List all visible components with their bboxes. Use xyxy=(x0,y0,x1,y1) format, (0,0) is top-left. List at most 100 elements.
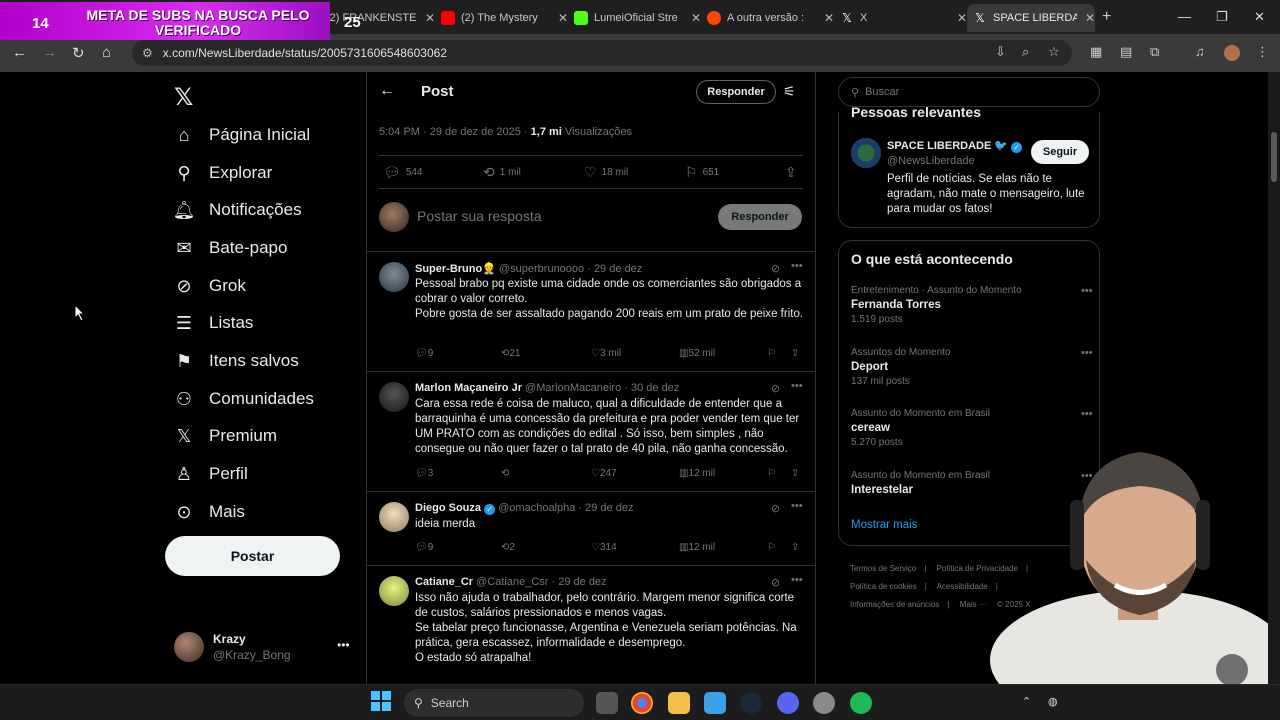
nav-item-lists[interactable]: ☰ Listas xyxy=(174,308,254,338)
close-tab-icon[interactable]: ✕ xyxy=(1085,11,1095,25)
author-name[interactable]: Super-Bruno👷 xyxy=(415,263,496,275)
close-tab-icon[interactable]: ✕ xyxy=(558,11,568,25)
post-likes[interactable]: ♡ 18 mil xyxy=(584,164,628,181)
nav-item-home[interactable]: ⌂ Página Inicial xyxy=(174,120,311,150)
grok-icon[interactable]: ⊘ xyxy=(771,576,780,589)
tweet-date[interactable]: · 29 de dez xyxy=(578,502,633,514)
author-handle[interactable]: @Catiane_Csr xyxy=(476,576,548,588)
extension-icon[interactable]: ▤ xyxy=(1120,44,1132,60)
extensions-puzzle-icon[interactable]: ⧉ xyxy=(1150,44,1159,60)
scrollbar-thumb[interactable] xyxy=(1271,132,1277,182)
grok-icon[interactable]: ⊘ xyxy=(771,502,780,515)
more-icon[interactable]: ••• xyxy=(337,638,350,652)
steam-icon[interactable] xyxy=(740,692,762,714)
reply-tweet[interactable]: Marlon Maçaneiro Jr @MarlonMacaneiro · 3… xyxy=(367,372,815,492)
site-info-icon[interactable]: ⚙ xyxy=(142,46,153,60)
more-icon[interactable]: ••• xyxy=(791,380,803,392)
author-handle[interactable]: @superbrunoooo xyxy=(499,263,584,275)
share-icon[interactable]: ⇪ xyxy=(785,164,802,181)
tweet-date[interactable]: · 29 de dez xyxy=(552,576,607,588)
reload-icon[interactable]: ↻ xyxy=(72,44,85,62)
home-icon[interactable]: ⌂ xyxy=(102,44,111,61)
tweet-date[interactable]: · 30 de dez xyxy=(624,382,679,394)
post-button[interactable]: Postar xyxy=(165,536,340,576)
browser-tab-active[interactable]: 𝕏 SPACE LIBERDAD ✕ xyxy=(967,4,1095,32)
nav-item-more[interactable]: ⊙ Mais xyxy=(174,497,244,527)
install-app-icon[interactable]: ⇩ xyxy=(995,44,1006,60)
repost-action[interactable]: ⟲ 2 xyxy=(501,542,515,553)
extension-icon[interactable]: ▦ xyxy=(1090,44,1102,60)
task-view-icon[interactable] xyxy=(596,692,618,714)
reply-action[interactable]: 💬︎ 9 xyxy=(415,348,433,359)
bookmark-icon[interactable]: ⚐ xyxy=(767,348,776,359)
sliders-icon[interactable]: ⚟ xyxy=(783,83,796,100)
forward-icon[interactable]: → xyxy=(42,44,57,61)
more-icon[interactable]: ••• xyxy=(791,574,803,586)
close-tab-icon[interactable]: ✕ xyxy=(691,11,701,25)
file-explorer-icon[interactable] xyxy=(668,692,690,714)
reply-header-button[interactable]: Responder xyxy=(696,80,776,104)
trend-item[interactable]: Entretenimento · Assunto do Momento Fern… xyxy=(851,285,1093,325)
grok-icon[interactable]: ⊘ xyxy=(771,262,780,275)
nav-item-grok[interactable]: ⊘ Grok xyxy=(174,271,245,301)
more-icon[interactable]: ••• xyxy=(1081,347,1093,359)
post-bookmarks[interactable]: ⚐ 651 xyxy=(685,164,719,181)
nav-item-messages[interactable]: ✉ Bate-papo xyxy=(174,233,287,263)
new-tab-icon[interactable]: + xyxy=(1102,8,1111,26)
avatar[interactable] xyxy=(379,502,409,532)
store-icon[interactable] xyxy=(704,692,726,714)
account-switcher[interactable]: Krazy @Krazy_Bong ••• xyxy=(174,630,354,666)
nav-item-premium[interactable]: 𝕏 Premium xyxy=(174,421,277,451)
footer-link-accessibility[interactable]: Acessibilidade xyxy=(937,582,988,591)
reply-input[interactable]: Postar sua resposta xyxy=(417,208,542,224)
minimize-icon[interactable]: — xyxy=(1178,9,1191,24)
chrome-icon[interactable] xyxy=(631,692,653,714)
author-handle[interactable]: @MarlonMacaneiro xyxy=(525,382,621,394)
grok-icon[interactable]: ⊘ xyxy=(771,382,780,395)
author-handle[interactable]: @omachoalpha xyxy=(498,502,575,514)
tray-overflow-icon[interactable]: ⌃ xyxy=(1022,695,1031,708)
nav-item-notifications[interactable]: 🔔︎ Notificações xyxy=(173,195,302,225)
profile-handle[interactable]: @NewsLiberdade xyxy=(887,155,975,167)
avatar[interactable] xyxy=(379,576,409,606)
bookmark-icon[interactable]: ⚐ xyxy=(767,542,776,553)
author-name[interactable]: Catiane_Cr xyxy=(415,576,473,588)
reply-action[interactable]: 💬︎ 9 xyxy=(415,542,433,553)
search-input[interactable]: ⚲ Buscar xyxy=(838,77,1100,107)
share-icon[interactable]: ⇪ xyxy=(791,348,799,359)
avatar[interactable] xyxy=(379,262,409,292)
show-more-link[interactable]: Mostrar mais xyxy=(851,519,917,531)
footer-link-cookies[interactable]: Política de cookies xyxy=(850,582,917,591)
repost-action[interactable]: ⟲ xyxy=(501,468,509,479)
tweet-date[interactable]: · 29 de dez xyxy=(587,263,642,275)
browser-tab[interactable]: (2) The Mystery ✕ xyxy=(435,4,568,32)
footer-link-ads[interactable]: Informações de anúncios xyxy=(850,600,939,609)
nav-item-explore[interactable]: ⚲ Explorar xyxy=(174,158,272,188)
address-bar[interactable]: ⚙ x.com/NewsLiberdade/status/20057316065… xyxy=(132,40,1072,66)
more-icon[interactable]: ••• xyxy=(791,260,803,272)
footer-link-terms[interactable]: Termos de Serviço xyxy=(850,564,916,573)
avatar[interactable] xyxy=(379,382,409,412)
close-tab-icon[interactable]: ✕ xyxy=(824,11,834,25)
views-action[interactable]: ▥ 52 mil xyxy=(679,348,715,359)
close-tab-icon[interactable]: ✕ xyxy=(425,11,435,25)
browser-tab[interactable]: LumeiOficial Stre ✕ xyxy=(568,4,701,32)
back-icon[interactable]: ← xyxy=(12,44,27,61)
like-action[interactable]: ♡ 247 xyxy=(591,468,617,479)
reply-button[interactable]: Responder xyxy=(718,204,802,230)
share-icon[interactable]: ⇪ xyxy=(791,468,799,479)
like-action[interactable]: ♡ 314 xyxy=(591,542,617,553)
footer-link-more[interactable]: Mais ··· xyxy=(960,600,987,609)
settings-icon[interactable] xyxy=(813,692,835,714)
x-logo-icon[interactable]: 𝕏 xyxy=(174,83,193,112)
browser-tab[interactable]: A outra versão : ✕ xyxy=(701,4,834,32)
more-icon[interactable]: ••• xyxy=(791,500,803,512)
views-action[interactable]: ▥ 12 mil xyxy=(679,468,715,479)
back-arrow-icon[interactable]: ← xyxy=(379,82,395,100)
browser-menu-icon[interactable]: ⋮ xyxy=(1256,44,1269,60)
follow-button[interactable]: Seguir xyxy=(1031,140,1089,164)
more-icon[interactable]: ••• xyxy=(1081,408,1093,420)
tray-app-icon[interactable]: ◍ xyxy=(1048,695,1058,708)
page-scrollbar[interactable] xyxy=(1268,72,1280,684)
bookmark-icon[interactable]: ⚐ xyxy=(767,468,776,479)
